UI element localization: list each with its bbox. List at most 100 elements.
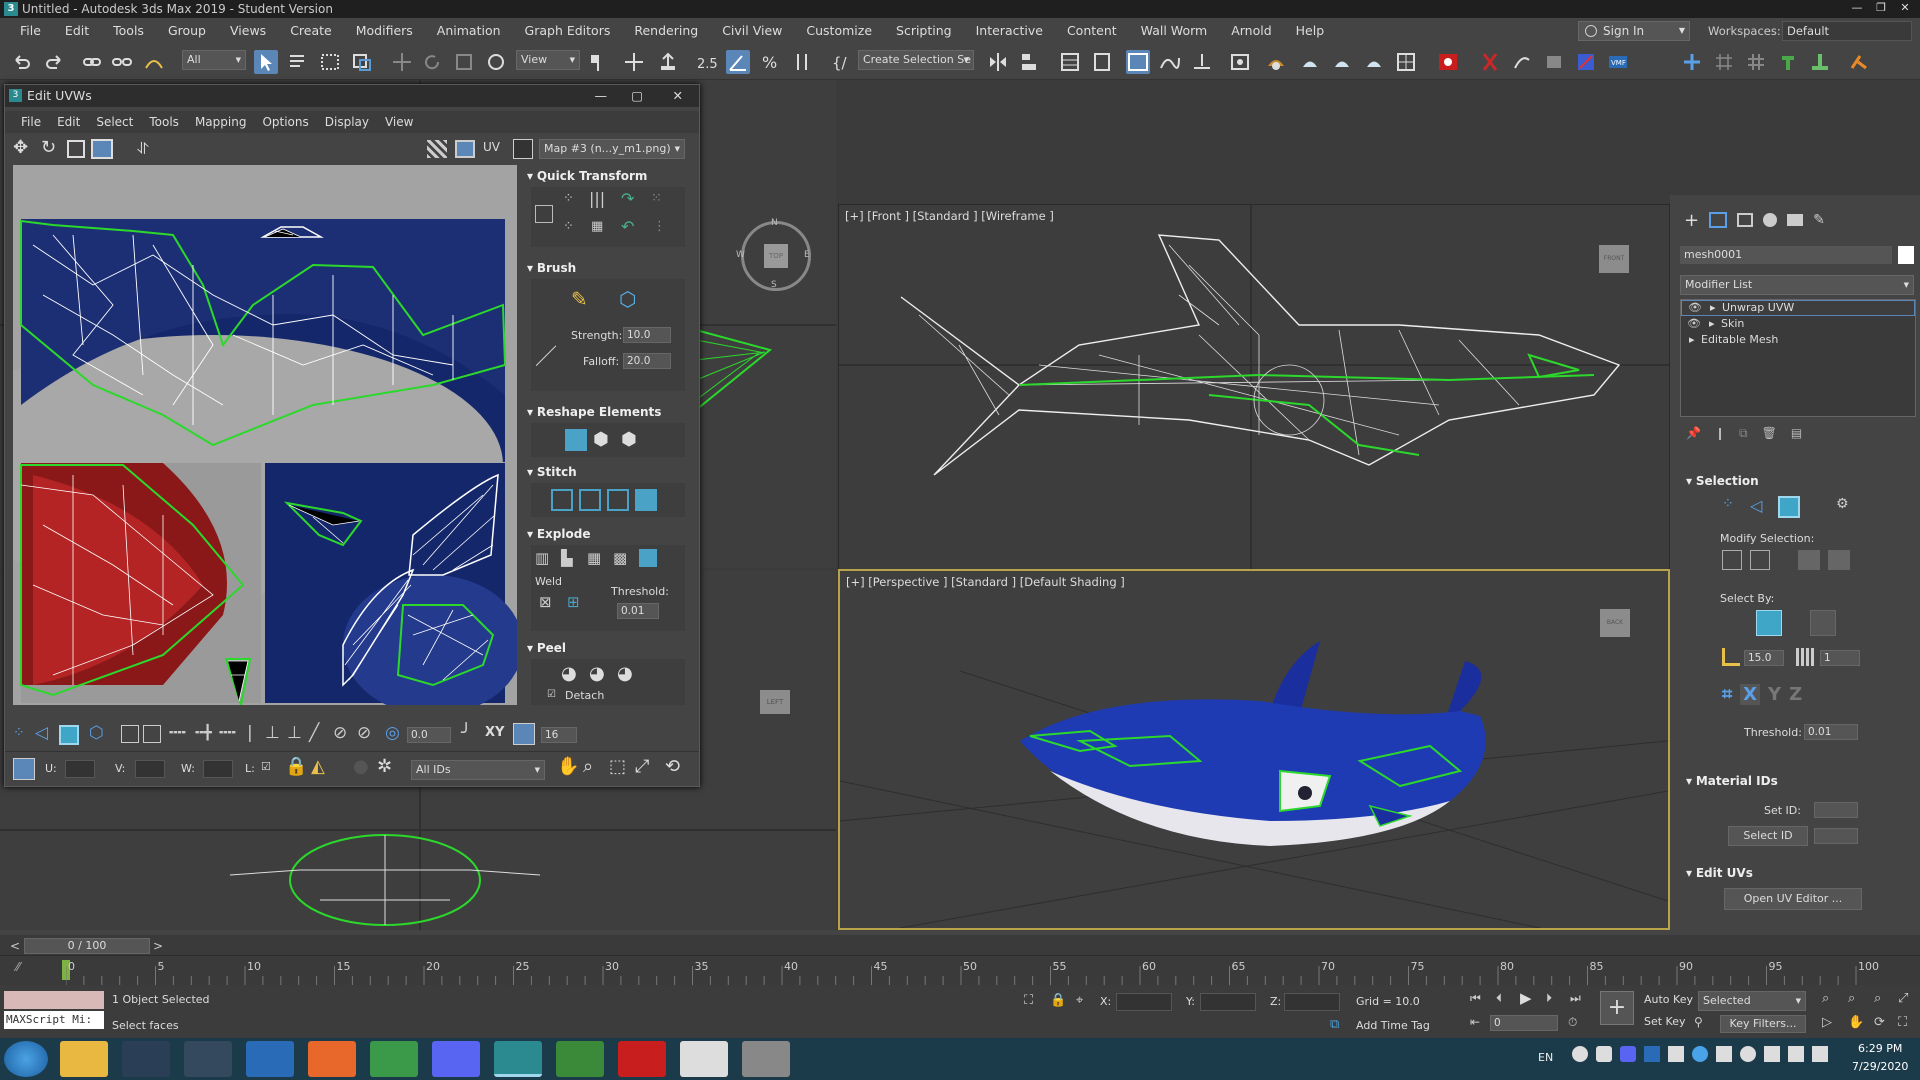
uv-move-icon[interactable]: ✥ (13, 137, 28, 158)
reference-coordinate-dropdown[interactable]: View (516, 50, 580, 70)
loop-selection-icon[interactable] (1798, 550, 1820, 570)
menu-civil-view[interactable]: Civil View (710, 23, 794, 38)
uv-map-dropdown[interactable]: Map #3 (n...y_m1.png) (539, 139, 685, 159)
hierarchy-tab-icon[interactable] (1737, 213, 1754, 227)
clock-time[interactable]: 6:29 PM (1858, 1042, 1902, 1055)
relax-icon[interactable]: ⬢ (593, 429, 609, 450)
set-key-button[interactable]: Set Key (1644, 1015, 1686, 1028)
curve-editor-icon[interactable] (1126, 50, 1150, 74)
language-indicator[interactable]: EN (1538, 1051, 1553, 1064)
flatten-by-smooth-icon[interactable]: ▩ (613, 549, 627, 567)
cp-threshold-spinner[interactable]: 0.01 (1804, 724, 1858, 740)
placement-icon[interactable] (484, 50, 508, 74)
face-mode-icon[interactable] (1778, 496, 1800, 518)
chat-app-icon[interactable] (246, 1041, 294, 1077)
time-slider[interactable]: 0 / 100 (24, 938, 150, 954)
z-coord-field[interactable] (1284, 993, 1340, 1011)
orbit-icon[interactable]: ⟳ (1874, 1015, 1885, 1030)
wall-worm-export-icon[interactable] (1542, 50, 1566, 74)
menu-animation[interactable]: Animation (425, 23, 513, 38)
move-icon[interactable] (390, 50, 414, 74)
zoom-extents-all-icon[interactable]: ⤢ (1898, 991, 1908, 1006)
menu-help[interactable]: Help (1284, 23, 1337, 38)
detach-checkbox[interactable]: ☑ (547, 689, 556, 700)
percent-snap-icon[interactable]: % (758, 50, 782, 74)
weld-selected-icon[interactable]: ⊠ (539, 593, 552, 611)
uv-face-mode-icon[interactable] (59, 725, 79, 745)
menu-tools[interactable]: Tools (101, 23, 156, 38)
element-mode-icon[interactable]: ⚙ (1836, 496, 1858, 518)
play-icon[interactable]: ▶ (1520, 989, 1532, 1007)
game-app-icon[interactable] (184, 1041, 232, 1077)
chrome-icon[interactable] (370, 1041, 418, 1077)
uv-rotate-icon[interactable]: ↻ (41, 137, 56, 158)
y-axis-button[interactable]: Y (1768, 684, 1781, 705)
tray-icon-9[interactable] (1764, 1046, 1780, 1062)
set-id-spinner[interactable] (1814, 802, 1858, 818)
keyboard-shortcut-icon[interactable] (656, 50, 680, 74)
reshape-elements-header[interactable]: Reshape Elements (527, 405, 662, 419)
uv-edge-mode-icon[interactable]: ◁ (35, 723, 48, 743)
planar-angle-icon[interactable] (1722, 648, 1740, 666)
flatten-by-material-icon[interactable] (639, 549, 657, 567)
goto-start-icon[interactable]: ⏮ (1470, 991, 1481, 1006)
tray-icon-2[interactable] (1596, 1046, 1612, 1062)
add-time-tag-button[interactable]: Add Time Tag (1356, 1019, 1430, 1032)
menu-modifiers[interactable]: Modifiers (344, 23, 425, 38)
menu-rendering[interactable]: Rendering (622, 23, 710, 38)
stitch-header[interactable]: Stitch (527, 465, 577, 479)
window-crossing-icon[interactable] (350, 50, 374, 74)
stack-item-unwrap[interactable]: 👁 ▸ Unwrap UVW (1681, 300, 1915, 316)
front-viewport-label[interactable]: [+] [Front ] [Standard ] [Wireframe ] (845, 209, 1054, 223)
minimize-button[interactable]: — (1846, 0, 1868, 16)
bind-space-warp-icon[interactable] (142, 50, 166, 74)
uv-freeform-icon[interactable] (91, 139, 113, 159)
uv-paint-grow-icon[interactable]: ⊘ (333, 723, 347, 743)
stitch-custom-icon[interactable] (551, 489, 573, 511)
network-icon[interactable] (1812, 1046, 1828, 1062)
stitch-source-icon[interactable] (579, 489, 601, 511)
configure-sets-icon[interactable]: ▤ (1791, 426, 1802, 441)
w-field[interactable] (203, 760, 233, 778)
uv-element-mode-icon[interactable]: ⬡ (89, 723, 104, 743)
menu-group[interactable]: Group (156, 23, 218, 38)
spinner-snap-icon[interactable] (790, 50, 814, 74)
pan-nav-icon[interactable]: ✋ (1848, 1015, 1864, 1030)
uv-unpin-icon[interactable]: ⊥ (287, 723, 302, 743)
ring-selection-icon[interactable] (1828, 550, 1850, 570)
uv-grow-icon[interactable] (121, 725, 139, 743)
uv-menu-edit[interactable]: Edit (49, 115, 88, 129)
menu-customize[interactable]: Customize (794, 23, 884, 38)
x-axis-button[interactable]: X (1740, 684, 1761, 705)
menu-scripting[interactable]: Scripting (884, 23, 964, 38)
vmf-export-icon[interactable]: VMF (1606, 50, 1630, 74)
notepad-icon[interactable] (556, 1041, 604, 1077)
material-ids-rollout-header[interactable]: Material IDs (1686, 774, 1778, 788)
zoom-icon[interactable]: ⌕ (583, 756, 593, 777)
menu-arnold[interactable]: Arnold (1219, 23, 1283, 38)
selection-lock-icon[interactable]: 🔒 (1050, 993, 1066, 1008)
open-uv-editor-button[interactable]: Open UV Editor ... (1724, 888, 1862, 910)
layer-explorer-icon[interactable] (1058, 50, 1082, 74)
x-coord-field[interactable] (1116, 993, 1172, 1011)
compass-icon[interactable]: TOP N S E W (736, 218, 811, 291)
hand-app-icon[interactable] (742, 1041, 790, 1077)
peel-lscm-icon[interactable]: ◕ (589, 663, 605, 684)
time-config-icon[interactable]: ⏱ (1568, 1015, 1577, 1030)
relax-brush-icon[interactable]: ⬡ (619, 287, 636, 311)
uv-rotate-spinner[interactable]: 0.0 (407, 727, 451, 743)
qt-align-horizontal-icon[interactable]: ⁘ (563, 191, 574, 206)
qt-rotate-ccw-icon[interactable]: ↶ (621, 217, 634, 236)
detach-edge-icon[interactable]: ▙ (561, 549, 573, 567)
filter-icon[interactable]: ✲ (377, 756, 392, 777)
uv-ring-icon[interactable]: ╍╍ (219, 725, 236, 741)
brush-header[interactable]: Brush (527, 261, 576, 275)
maximize-button[interactable]: ❐ (1870, 0, 1892, 16)
render-production-icon[interactable] (1298, 50, 1322, 74)
paint-brush-icon[interactable]: ✎ (571, 287, 588, 311)
workspace-dropdown[interactable]: Default (1782, 21, 1912, 41)
3ds-max-taskbar-icon[interactable] (494, 1041, 542, 1077)
qt-align-vertical-icon[interactable]: ||| (589, 189, 605, 208)
rect-selection-icon[interactable] (318, 50, 342, 74)
pipe-green-icon[interactable] (1776, 50, 1800, 74)
